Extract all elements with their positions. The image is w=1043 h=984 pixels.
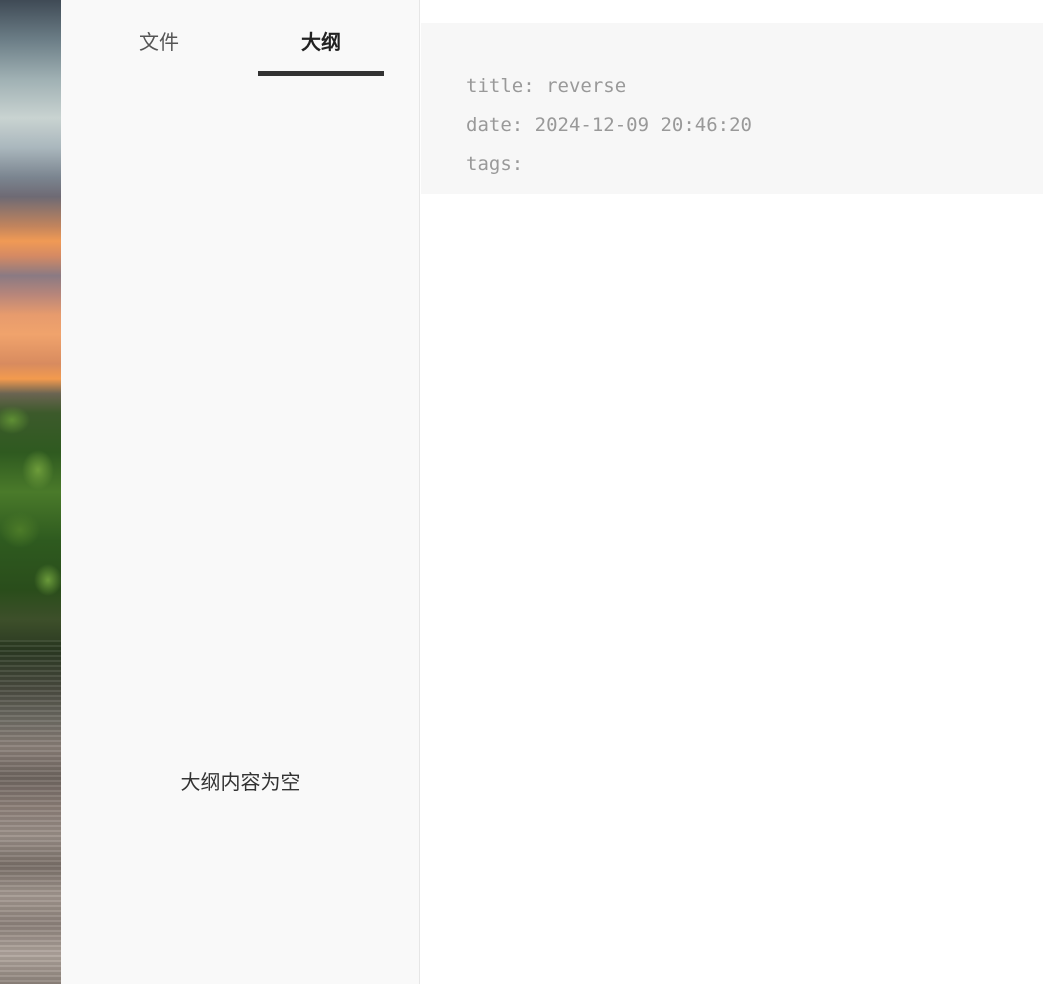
- front-matter-date-line[interactable]: date: 2024-12-09 20:46:20: [466, 106, 1043, 145]
- front-matter-tags-line[interactable]: tags:: [466, 145, 1043, 184]
- desktop-wallpaper: [0, 0, 61, 984]
- tab-files[interactable]: 文件: [99, 26, 219, 76]
- front-matter-block[interactable]: title: reverse date: 2024-12-09 20:46:20…: [421, 23, 1043, 194]
- sidebar-tabs: 文件 大纲: [61, 0, 420, 80]
- sidebar-panel: 文件 大纲 大纲内容为空: [61, 0, 420, 984]
- outline-empty-message: 大纲内容为空: [180, 770, 301, 794]
- wallpaper-water: [0, 640, 61, 984]
- active-tab-indicator: [258, 71, 384, 76]
- editor-area[interactable]: title: reverse date: 2024-12-09 20:46:20…: [421, 0, 1043, 984]
- app-window: 文件 大纲 大纲内容为空 title: reverse date: 2024-1…: [0, 0, 1043, 984]
- tab-outline[interactable]: 大纲: [258, 26, 384, 76]
- front-matter-title-line[interactable]: title: reverse: [466, 67, 1043, 106]
- wallpaper-foliage: [0, 380, 61, 620]
